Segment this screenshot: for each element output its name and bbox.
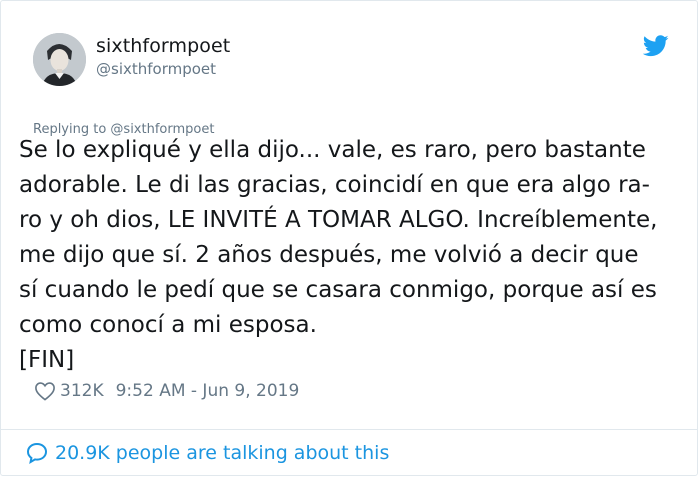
conversation-link[interactable]: 20.9K people are talking about this [25,441,389,465]
speech-bubble-icon [26,442,48,464]
tweet-stats: 312K 9:52 AM - Jun 9, 2019 [34,378,299,404]
heart-icon[interactable] [34,381,56,401]
tweet-card: sixthformpoet @sixthformpoet Replying to… [0,0,698,476]
divider [1,429,697,430]
like-count[interactable]: 312K [60,381,104,401]
timestamp[interactable]: 9:52 AM - Jun 9, 2019 [116,381,300,401]
conversation-text[interactable]: 20.9K people are talking about this [55,442,389,464]
display-name[interactable]: sixthformpoet [96,35,230,57]
avatar[interactable] [33,33,86,86]
avatar-portrait-icon [33,33,86,86]
user-handle[interactable]: @sixthformpoet [96,60,216,78]
tweet-text: Se lo expliqué y ella dijo... vale, es r… [19,137,658,373]
twitter-bird-icon[interactable] [643,35,669,57]
